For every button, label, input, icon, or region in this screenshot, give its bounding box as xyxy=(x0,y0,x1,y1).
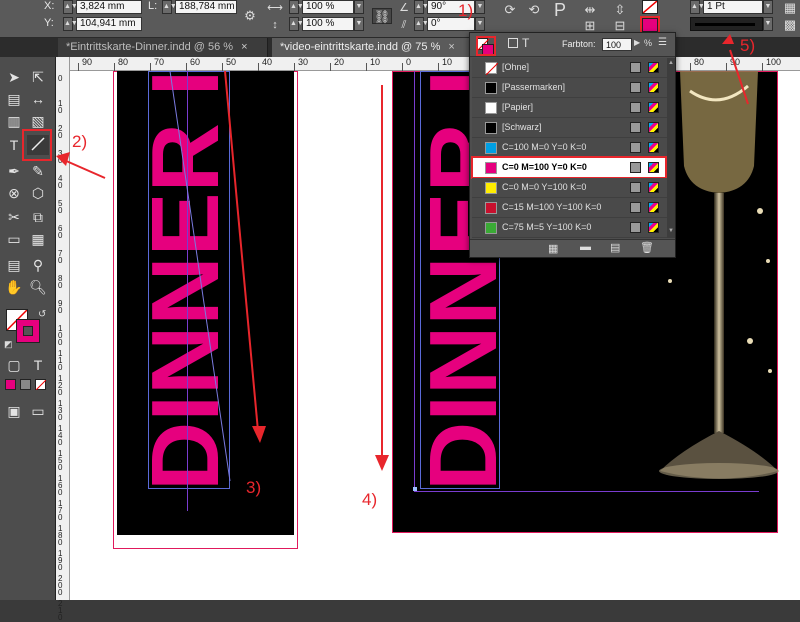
annotation-label-5: 5) xyxy=(740,36,756,55)
arrow-5-line xyxy=(729,49,749,105)
annotation-label-2: 2) xyxy=(72,132,88,151)
annotation-label-1: 1) xyxy=(458,1,474,20)
ruler-number: 2 1 0 xyxy=(58,599,63,622)
arrow-2-line xyxy=(63,159,106,179)
annotation-label-4: 4) xyxy=(362,490,378,509)
annotation-arrows xyxy=(56,34,749,179)
arrow-2-head xyxy=(56,152,70,166)
annotation-label-3: 3) xyxy=(246,478,262,497)
arrow-5-head xyxy=(722,34,734,44)
